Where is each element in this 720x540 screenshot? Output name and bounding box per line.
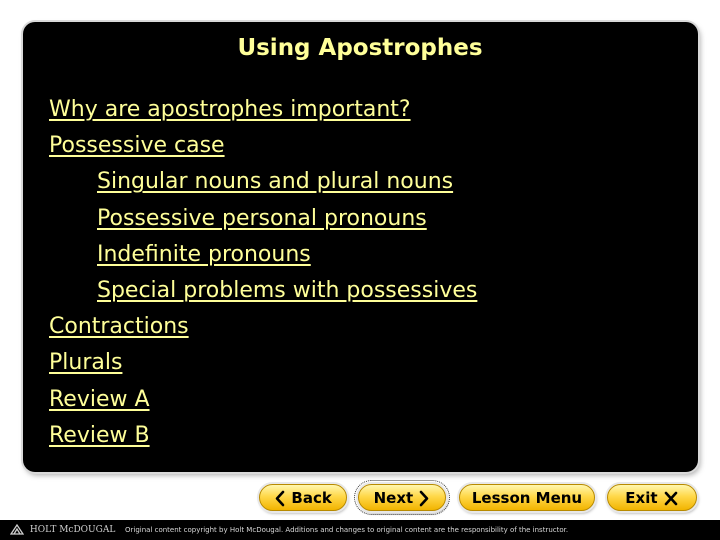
slide-title: Using Apostrophes — [237, 35, 483, 61]
lesson-menu-button-label: Lesson Menu — [471, 489, 583, 507]
toc-link-contractions[interactable]: Contractions — [49, 314, 189, 339]
publisher-logo-icon — [9, 523, 25, 535]
toc-item-singular-plural-nouns: Singular nouns and plural nouns — [49, 164, 477, 200]
chevron-left-icon — [274, 485, 286, 521]
toc-item-possessive-case: Possessive case — [49, 128, 477, 164]
toc-item-plurals: Plurals — [49, 345, 477, 381]
table-of-contents: Why are apostrophes important? Possessiv… — [49, 92, 477, 454]
exit-button[interactable]: Exit — [607, 484, 697, 511]
toc-link-plurals[interactable]: Plurals — [49, 350, 122, 375]
toc-link-singular-plural-nouns[interactable]: Singular nouns and plural nouns — [97, 169, 453, 194]
chevron-right-icon — [418, 485, 430, 521]
navigation-bar: Back Next Lesson Menu Exit — [0, 480, 720, 516]
toc-link-possessive-case[interactable]: Possessive case — [49, 133, 225, 158]
next-button[interactable]: Next — [354, 480, 450, 515]
toc-item-indefinite-pronouns: Indefinite pronouns — [49, 237, 477, 273]
toc-item-special-problems: Special problems with possessives — [49, 273, 477, 309]
toc-item-review-b: Review B — [49, 418, 477, 454]
toc-link-special-problems[interactable]: Special problems with possessives — [97, 278, 477, 303]
copyright-notice: Original content copyright by Holt McDou… — [125, 526, 569, 534]
toc-link-possessive-personal-pronouns[interactable]: Possessive personal pronouns — [97, 206, 427, 231]
lesson-menu-button[interactable]: Lesson Menu — [459, 484, 595, 511]
publisher-name: HOLT McDOUGAL — [29, 525, 116, 535]
next-button-label: Next — [373, 489, 414, 507]
publisher-logo: HOLT McDOUGAL — [9, 523, 116, 536]
toc-item-review-a: Review A — [49, 382, 477, 418]
toc-link-why-important[interactable]: Why are apostrophes important? — [49, 97, 411, 122]
back-button[interactable]: Back — [259, 484, 347, 511]
toc-link-review-b[interactable]: Review B — [49, 423, 150, 448]
toc-link-indefinite-pronouns[interactable]: Indefinite pronouns — [97, 242, 311, 267]
close-icon — [663, 485, 679, 521]
footer: HOLT McDOUGAL Original content copyright… — [0, 520, 720, 540]
back-button-label: Back — [291, 489, 332, 507]
toc-link-review-a[interactable]: Review A — [49, 387, 150, 412]
toc-item-possessive-personal-pronouns: Possessive personal pronouns — [49, 201, 477, 237]
exit-button-label: Exit — [625, 489, 658, 507]
toc-item-contractions: Contractions — [49, 309, 477, 345]
toc-item-why-important: Why are apostrophes important? — [49, 92, 477, 128]
